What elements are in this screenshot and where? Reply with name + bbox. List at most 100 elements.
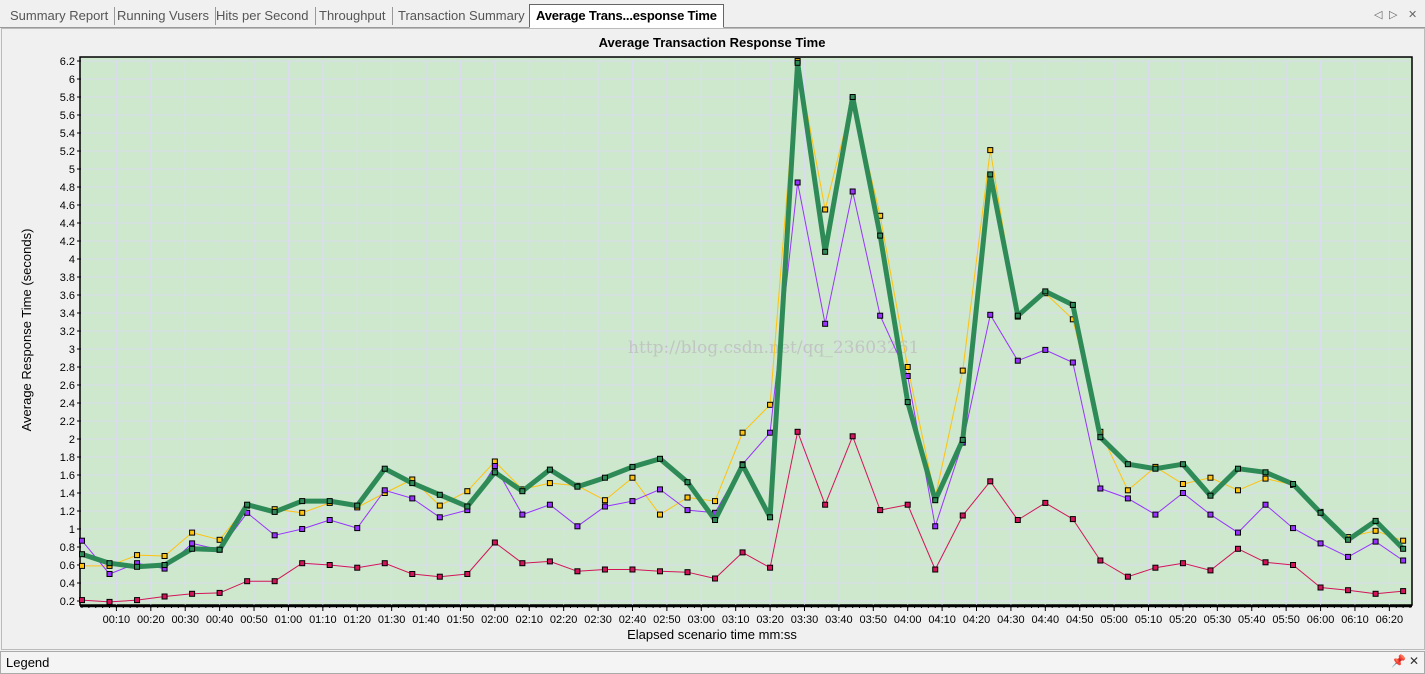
data-point [216, 589, 223, 596]
data-point [629, 566, 636, 573]
data-point [491, 463, 498, 469]
data-point [409, 480, 416, 487]
y-tick-label: 3.2 [60, 326, 75, 338]
data-point [629, 498, 636, 505]
data-point [1042, 288, 1049, 295]
data-point [519, 560, 526, 567]
y-tick-label: 5.8 [60, 92, 75, 104]
y-tick-label: 4.8 [60, 182, 75, 194]
y-tick-label: 3 [69, 344, 75, 356]
data-point [546, 558, 553, 565]
data-point [299, 509, 306, 516]
close-icon[interactable]: ✕ [1409, 654, 1419, 668]
data-point [271, 532, 278, 539]
data-point [574, 523, 581, 530]
data-point [1124, 495, 1131, 502]
x-tick-label: 05:00 [1100, 614, 1128, 626]
data-point [106, 571, 113, 577]
data-point [987, 311, 994, 318]
y-axis-label: Average Response Time (seconds) [19, 229, 34, 432]
data-point [546, 480, 553, 487]
x-tick-label: 04:50 [1066, 614, 1094, 626]
data-point [381, 560, 388, 567]
data-point [134, 563, 141, 570]
data-point [822, 248, 829, 255]
x-tick-label: 05:20 [1169, 614, 1197, 626]
data-point [1262, 475, 1269, 482]
data-point [409, 495, 416, 502]
average-transaction-response-time-chart: Average Transaction Response Time 0.2 0.4… [19, 35, 1413, 642]
data-point [244, 501, 251, 508]
x-axis: 00:10 00:20 00:30 00:40 00:50 01:00 01:10 01:20… [80, 604, 1412, 626]
x-tick-label: 02:40 [619, 614, 647, 626]
data-point [299, 560, 306, 567]
x-tick-label: 01:30 [378, 614, 406, 626]
data-point [904, 364, 911, 370]
data-point [271, 578, 278, 585]
y-tick-label: 4 [69, 254, 75, 266]
data-point [656, 455, 663, 462]
data-point [106, 560, 113, 567]
y-tick-label: 4.4 [60, 218, 75, 230]
data-point [1207, 492, 1214, 499]
data-point [1234, 529, 1241, 536]
data-point [436, 514, 443, 521]
x-tick-label: 00:50 [240, 614, 268, 626]
x-tick-label: 06:00 [1307, 614, 1335, 626]
data-point [904, 501, 911, 508]
data-point [106, 598, 113, 605]
data-point [1345, 553, 1352, 560]
data-point [767, 514, 774, 521]
data-point [1152, 511, 1159, 518]
data-point [1179, 560, 1186, 567]
x-axis-label: Elapsed scenario time mm:ss [627, 627, 797, 642]
x-tick-label: 03:30 [791, 614, 819, 626]
data-point [601, 474, 608, 481]
data-point [1014, 357, 1021, 364]
data-point [1290, 562, 1297, 568]
data-point [794, 179, 801, 186]
data-point [1124, 573, 1131, 580]
data-point [271, 508, 278, 515]
data-point [161, 553, 168, 559]
y-tick-label: 5.2 [60, 146, 75, 158]
data-point [987, 147, 994, 154]
x-tick-label: 00:10 [103, 614, 131, 626]
data-point [1317, 584, 1324, 591]
data-point [601, 497, 608, 504]
data-point [684, 479, 691, 486]
data-point [189, 545, 196, 552]
data-point [1234, 487, 1241, 494]
data-point [712, 575, 719, 582]
y-tick-label: 3.8 [60, 272, 75, 284]
data-point [436, 573, 443, 580]
x-tick-label: 06:20 [1376, 614, 1404, 626]
data-point [299, 526, 306, 532]
data-point [79, 537, 85, 544]
y-tick-label: 1.2 [60, 506, 75, 518]
x-tick-label: 01:20 [343, 614, 371, 626]
x-tick-label: 04:10 [928, 614, 956, 626]
data-point [684, 507, 691, 514]
data-point [409, 571, 416, 577]
data-point [134, 552, 141, 559]
data-point [739, 462, 746, 469]
data-point [959, 367, 966, 374]
x-tick-label: 00:20 [137, 614, 165, 626]
data-point [189, 529, 196, 536]
x-tick-label: 04:30 [997, 614, 1025, 626]
pin-icon[interactable]: 📌 [1391, 654, 1406, 668]
data-point [822, 501, 829, 508]
data-point [932, 497, 939, 504]
data-point [1262, 559, 1269, 566]
data-point [684, 494, 691, 501]
data-point [216, 536, 223, 543]
data-point [244, 578, 251, 585]
data-point [1179, 481, 1186, 487]
data-point [849, 188, 856, 195]
data-point [932, 523, 939, 530]
data-point [712, 517, 719, 523]
data-point [1069, 301, 1076, 308]
y-tick-label: 3.6 [60, 290, 75, 302]
data-point [1400, 557, 1407, 564]
